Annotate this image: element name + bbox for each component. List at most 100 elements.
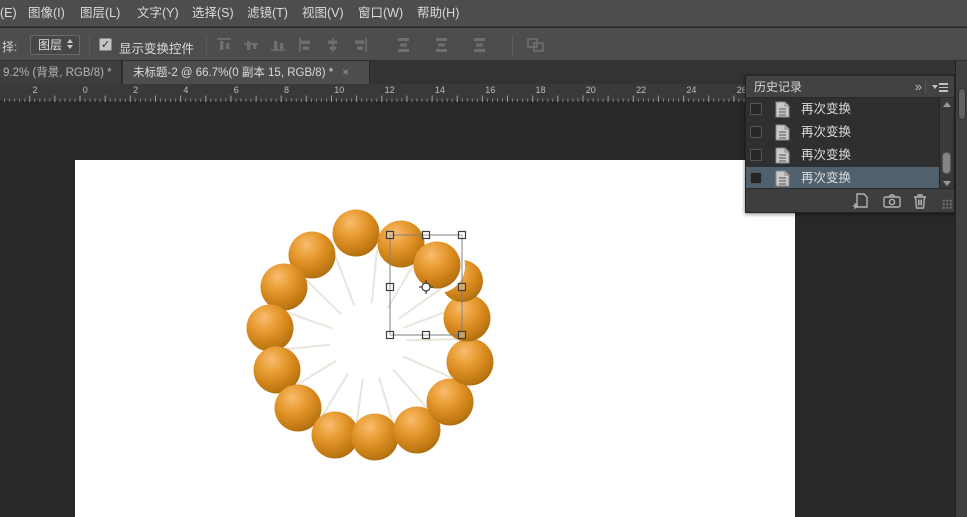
menu-window[interactable]: 窗口(W) [358, 0, 403, 27]
history-state-document-icon [775, 124, 790, 141]
ruler-label: 8 [284, 85, 289, 95]
align-horizontal-centers-icon[interactable] [324, 37, 342, 53]
new-snapshot-camera-icon[interactable] [883, 193, 901, 209]
auto-select-target-dropdown[interactable]: 图层 [30, 35, 80, 55]
history-step-label: 再次变换 [801, 121, 851, 144]
menu-bar: (E) 图像(I) 图层(L) 文字(Y) 选择(S) 滤镜(T) 视图(V) 窗口(W) 帮助… [0, 0, 967, 27]
show-transform-controls-checkbox[interactable]: ✓ [99, 38, 112, 51]
align-bottom-edges-icon[interactable] [269, 37, 287, 53]
align-vertical-centers-icon[interactable] [242, 37, 260, 53]
options-bar: 择: 图层 ✓ 显示变换控件 [0, 28, 967, 61]
history-step-row[interactable]: 再次变换 [746, 98, 940, 121]
ruler-label: 12 [385, 85, 395, 95]
history-step-label: 再次变换 [801, 167, 851, 190]
ruler-label: 2 [133, 85, 138, 95]
new-document-from-state-icon[interactable] [851, 193, 869, 209]
tab-title: 9.2% (背景, RGB/8) * [0, 67, 112, 79]
history-source-checkbox[interactable] [750, 103, 762, 115]
tab-title: 未标题-2 @ 66.7%(0 副本 15, RGB/8) * [123, 67, 333, 79]
panel-dock-strip [955, 61, 967, 517]
dock-scrollbar-thumb[interactable] [958, 88, 966, 120]
history-scrollbar[interactable] [939, 98, 953, 190]
orange-sphere [352, 414, 399, 461]
distribute-left-icon[interactable] [395, 37, 413, 53]
auto-select-label: 择: [2, 38, 17, 55]
align-right-edges-icon[interactable] [351, 37, 369, 53]
distribute-right-icon[interactable] [471, 37, 489, 53]
ruler-label: 6 [234, 85, 239, 95]
ruler-label: 10 [334, 85, 344, 95]
history-state-document-icon [775, 147, 790, 164]
separator [206, 35, 207, 55]
ruler-label: 0 [83, 85, 88, 95]
scroll-down-icon[interactable] [943, 181, 951, 186]
dropdown-spinner-icon [67, 39, 75, 49]
menu-edit-partial[interactable]: (E) [0, 0, 17, 27]
canvas[interactable] [75, 160, 795, 517]
transform-handle[interactable] [459, 332, 466, 339]
ruler-label: 22 [636, 85, 646, 95]
tab-close-icon[interactable]: × [342, 65, 349, 79]
tab-close-icon[interactable]: × [121, 65, 122, 79]
menu-select[interactable]: 选择(S) [192, 0, 234, 27]
separator [89, 35, 90, 55]
menu-type[interactable]: 文字(Y) [137, 0, 179, 27]
ruler-label: 20 [586, 85, 596, 95]
transform-handle[interactable] [387, 232, 394, 239]
history-list: 再次变换 再次变换 再次变换 再次变换 [746, 98, 954, 190]
orange-sphere [247, 305, 294, 352]
transform-handle[interactable] [459, 232, 466, 239]
transform-handle[interactable] [387, 332, 394, 339]
align-top-edges-icon[interactable] [215, 37, 233, 53]
delete-trash-icon[interactable] [912, 193, 930, 209]
scrollbar-thumb[interactable] [942, 152, 951, 174]
ruler-label: 2 [33, 85, 38, 95]
history-step-row[interactable]: 再次变换 [746, 121, 940, 144]
orange-sphere [444, 295, 491, 342]
orange-sphere [312, 412, 359, 459]
orange-sphere [427, 379, 474, 426]
panel-menu-icon[interactable] [932, 82, 948, 93]
menu-filter[interactable]: 滤镜(T) [247, 0, 288, 27]
history-state-document-icon [775, 170, 790, 187]
dropdown-value: 图层 [38, 38, 62, 52]
ruler-label: 24 [686, 85, 696, 95]
menu-image[interactable]: 图像(I) [28, 0, 65, 27]
menu-view[interactable]: 视图(V) [302, 0, 344, 27]
menu-layer[interactable]: 图层(L) [80, 0, 120, 27]
align-left-edges-icon[interactable] [297, 37, 315, 53]
orange-sphere [333, 210, 380, 257]
separator [512, 35, 513, 55]
collapse-panel-icon[interactable]: » [915, 76, 920, 97]
document-tab-background[interactable]: 9.2% (背景, RGB/8) * × [0, 61, 122, 84]
show-transform-controls-label: 显示变换控件 [119, 38, 194, 57]
transform-handle[interactable] [423, 232, 430, 239]
history-state-document-icon [775, 101, 790, 118]
history-step-row[interactable]: 再次变换 [746, 167, 940, 190]
transform-handle[interactable] [387, 284, 394, 291]
history-panel: 历史记录 » 再次变换 再次变换 [745, 75, 955, 213]
history-source-checkbox[interactable] [750, 149, 762, 161]
orange-sphere [261, 264, 308, 311]
photoshop-window: (E) 图像(I) 图层(L) 文字(Y) 选择(S) 滤镜(T) 视图(V) 窗口(W) 帮助… [0, 0, 967, 517]
transform-handle[interactable] [459, 284, 466, 291]
ruler-label: 14 [435, 85, 445, 95]
ruler-label: 18 [536, 85, 546, 95]
auto-align-layers-icon[interactable] [526, 37, 544, 53]
history-panel-title: 历史记录 [754, 76, 802, 98]
history-source-checkbox[interactable] [750, 172, 762, 184]
panel-resize-grip[interactable] [942, 199, 952, 209]
document-tab-untitled-2[interactable]: 未标题-2 @ 66.7%(0 副本 15, RGB/8) *× [123, 61, 370, 84]
history-step-row[interactable]: 再次变换 [746, 144, 940, 167]
transform-handle[interactable] [423, 332, 430, 339]
scroll-up-icon[interactable] [943, 102, 951, 107]
orange-sphere [447, 339, 494, 386]
history-step-label: 再次变换 [801, 98, 851, 121]
separator [925, 80, 926, 94]
menu-help[interactable]: 帮助(H) [417, 0, 459, 27]
ruler-label: 16 [485, 85, 495, 95]
canvas-artwork [75, 160, 795, 517]
history-source-checkbox[interactable] [750, 126, 762, 138]
distribute-center-icon[interactable] [433, 37, 451, 53]
ruler-label: 4 [183, 85, 188, 95]
